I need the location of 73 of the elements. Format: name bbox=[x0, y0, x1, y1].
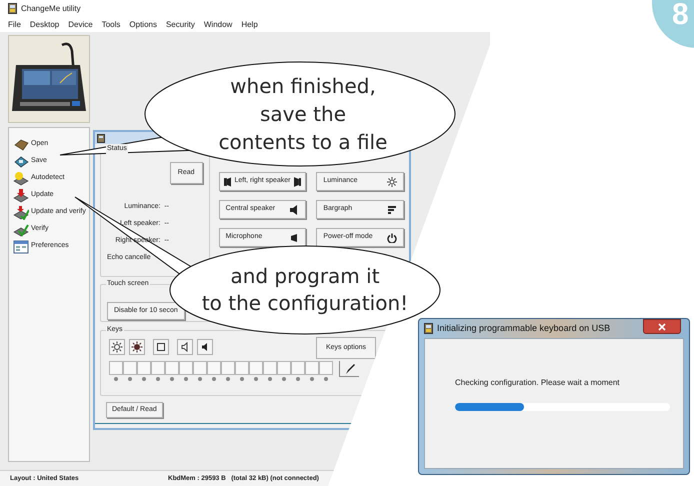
menu-item[interactable]: Desktop bbox=[30, 18, 60, 30]
window-icon bbox=[13, 239, 29, 254]
device-down-arrow-icon bbox=[13, 188, 29, 203]
power-icon bbox=[387, 232, 397, 242]
sun-icon bbox=[111, 341, 123, 353]
key-button[interactable] bbox=[109, 361, 123, 375]
edit-button[interactable] bbox=[339, 361, 359, 377]
icon-button[interactable] bbox=[153, 339, 169, 355]
key-button[interactable] bbox=[291, 361, 305, 375]
key-led bbox=[184, 377, 188, 381]
key-led bbox=[156, 377, 160, 381]
sun-icon bbox=[387, 176, 397, 186]
key-button[interactable] bbox=[165, 361, 179, 375]
device-check-icon bbox=[13, 222, 29, 237]
menu-item[interactable]: Security bbox=[166, 18, 195, 30]
microphone-icon bbox=[289, 232, 300, 242]
speaker-icon bbox=[294, 176, 302, 186]
icon-button[interactable] bbox=[177, 339, 193, 355]
menu-item[interactable]: Tools bbox=[102, 18, 120, 30]
app-icon bbox=[424, 323, 433, 334]
close-button[interactable] bbox=[643, 319, 681, 334]
key-button[interactable] bbox=[221, 361, 235, 375]
key-led bbox=[142, 377, 146, 381]
menu-item[interactable]: Help bbox=[241, 18, 258, 30]
menu-item[interactable]: File bbox=[8, 18, 21, 30]
key-button[interactable] bbox=[137, 361, 151, 375]
key-button[interactable] bbox=[193, 361, 207, 375]
icon-button[interactable] bbox=[129, 339, 145, 355]
window-title: ChangeMe utility bbox=[21, 2, 81, 14]
device-sun-icon bbox=[13, 171, 29, 186]
key-led bbox=[296, 377, 300, 381]
callout-text: when finished, save the contents to a file bbox=[218, 73, 388, 156]
app-icon bbox=[8, 3, 17, 14]
key-button[interactable] bbox=[249, 361, 263, 375]
key-led bbox=[324, 377, 328, 381]
key-led bbox=[254, 377, 258, 381]
bars-icon bbox=[387, 204, 397, 214]
pen-icon bbox=[344, 362, 356, 374]
book-icon bbox=[13, 137, 29, 152]
menu-item[interactable]: Device bbox=[68, 18, 93, 30]
key-led bbox=[114, 377, 118, 381]
key-button[interactable] bbox=[123, 361, 137, 375]
square-icon bbox=[155, 341, 167, 353]
key-led bbox=[212, 377, 216, 381]
key-led bbox=[268, 377, 272, 381]
key-button[interactable] bbox=[207, 361, 221, 375]
key-led bbox=[240, 377, 244, 381]
callout-text: and program it to the configuration! bbox=[200, 263, 410, 317]
key-button[interactable] bbox=[235, 361, 249, 375]
speaker-icon bbox=[224, 176, 232, 186]
badge-number: 8 bbox=[672, 0, 689, 30]
close-icon bbox=[658, 322, 666, 330]
icon-button[interactable] bbox=[109, 339, 125, 355]
dialog-title: Initializing programmable keyboard on USB bbox=[437, 322, 610, 335]
dialog-message: Checking configuration. Please wait a moment bbox=[455, 377, 621, 389]
key-led bbox=[226, 377, 230, 381]
device-arrow-check-icon bbox=[13, 205, 29, 220]
key-button[interactable] bbox=[263, 361, 277, 375]
sun-icon bbox=[131, 341, 143, 353]
menu-item[interactable]: Options bbox=[129, 18, 157, 30]
key-led bbox=[310, 377, 314, 381]
key-led bbox=[170, 377, 174, 381]
key-button[interactable] bbox=[151, 361, 165, 375]
menu-item[interactable]: Window bbox=[204, 18, 232, 30]
key-led bbox=[282, 377, 286, 381]
key-button[interactable] bbox=[305, 361, 319, 375]
speaker-icon bbox=[289, 204, 300, 214]
key-button[interactable] bbox=[179, 361, 193, 375]
key-button[interactable] bbox=[319, 361, 333, 375]
key-led bbox=[128, 377, 132, 381]
icon-button[interactable] bbox=[197, 339, 213, 355]
key-led bbox=[198, 377, 202, 381]
key-button[interactable] bbox=[277, 361, 291, 375]
